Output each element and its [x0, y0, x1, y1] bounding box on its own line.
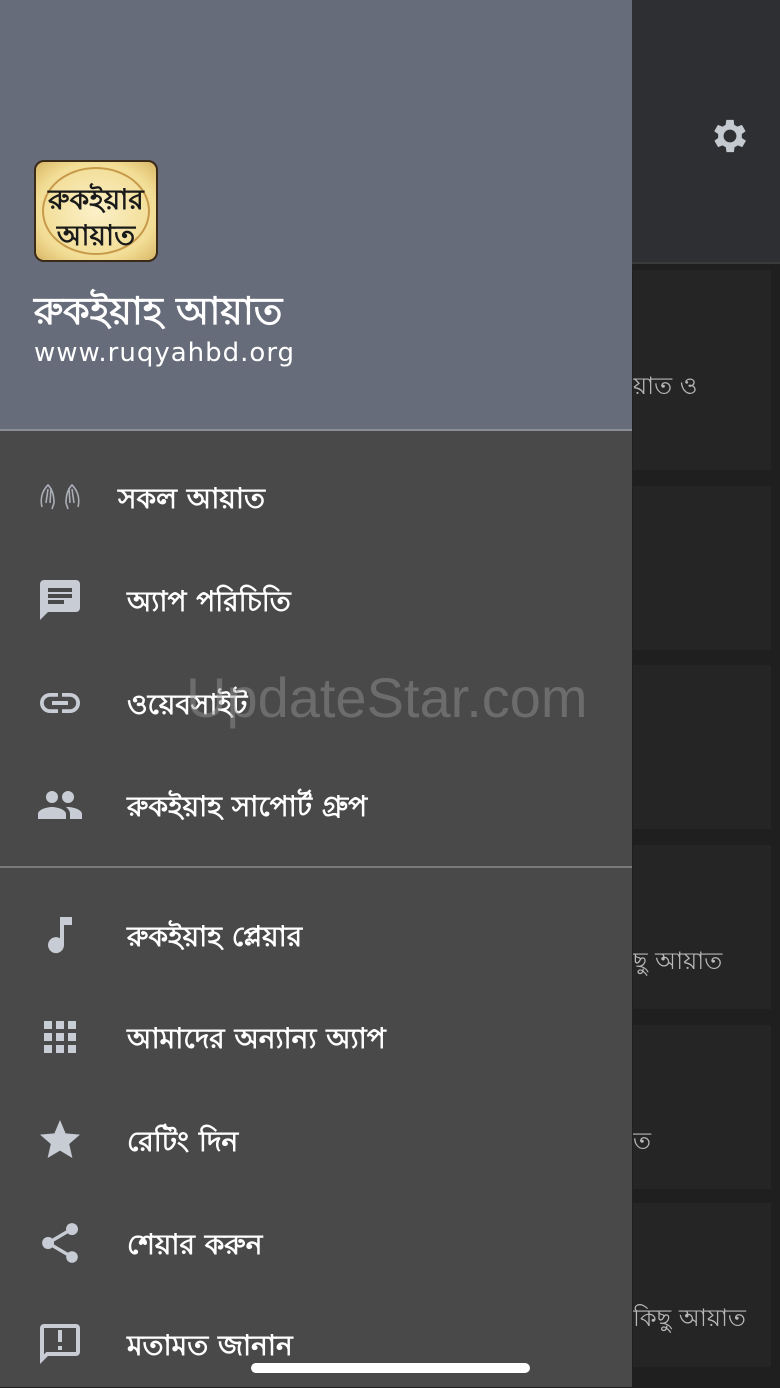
- music-note-icon: [48, 917, 72, 954]
- menu-item-rating[interactable]: রেটিং দিন: [0, 1094, 632, 1184]
- menu-item-label: সকল আয়াত: [118, 482, 265, 515]
- drawer-header: রুকইয়ার আয়াত রুকইয়াহ আয়াত www.ruqyah…: [0, 0, 632, 431]
- link-icon: [40, 693, 80, 713]
- menu-item-label: রেটিং দিন: [127, 1125, 239, 1158]
- menu-item-label: অ্যাপ পরিচিতি: [127, 585, 291, 618]
- navigation-drawer: রুকইয়ার আয়াত রুকইয়াহ আয়াত www.ruqyah…: [0, 0, 632, 1387]
- background-card-text: য়াত ও: [633, 372, 698, 400]
- menu-item-all-ayat[interactable]: সকল আয়াত: [0, 451, 632, 541]
- share-icon: [42, 1223, 78, 1263]
- menu-item-app-intro[interactable]: অ্যাপ পরিচিতি: [0, 554, 632, 644]
- menu-item-share[interactable]: শেয়ার করুন: [0, 1197, 632, 1287]
- group-icon: [38, 791, 82, 819]
- app-logo: রুকইয়ার আয়াত: [34, 160, 158, 262]
- feedback-icon: [40, 1324, 80, 1364]
- menu-item-label: রুকইয়াহ প্লেয়ার: [127, 920, 303, 953]
- praying-hands-icon: [40, 483, 80, 510]
- menu-divider: [0, 866, 632, 868]
- menu-item-feedback[interactable]: মতামত জানান: [0, 1298, 632, 1388]
- app-name: রুকইয়াহ আয়াত: [34, 289, 283, 333]
- background-card[interactable]: কিছু আয়াত: [633, 1203, 771, 1367]
- background-card-text: কিছু আয়াত: [633, 1304, 746, 1332]
- menu-item-ruqyah-player[interactable]: রুকইয়াহ প্লেয়ার: [0, 889, 632, 979]
- menu-item-support-group[interactable]: রুকইয়াহ সাপোর্ট গ্রুপ: [0, 759, 632, 849]
- background-card[interactable]: ত: [633, 1025, 771, 1189]
- home-indicator[interactable]: [251, 1363, 530, 1373]
- menu-item-label: রুকইয়াহ সাপোর্ট গ্রুপ: [127, 790, 368, 823]
- star-icon: [40, 1120, 80, 1158]
- app-url: www.ruqyahbd.org: [34, 338, 296, 368]
- background-card[interactable]: [633, 665, 771, 829]
- menu-item-label: শেয়ার করুন: [127, 1228, 263, 1261]
- message-icon: [40, 580, 80, 620]
- background-card-text: ত: [633, 1127, 652, 1155]
- background-card[interactable]: [633, 486, 771, 650]
- apps-grid-icon: [44, 1021, 76, 1053]
- background-card[interactable]: ছু আয়াত: [633, 845, 771, 1009]
- menu-item-label: ওয়েবসাইট: [127, 688, 248, 721]
- background-card[interactable]: য়াত ও: [633, 270, 771, 470]
- menu-item-other-apps[interactable]: আমাদের অন্যান্য অ্যাপ: [0, 991, 632, 1081]
- settings-gear-icon[interactable]: [708, 114, 752, 158]
- menu-item-label: আমাদের অন্যান্য অ্যাপ: [127, 1022, 386, 1055]
- background-card-text: ছু আয়াত: [633, 947, 723, 975]
- logo-text-line2: আয়াত: [56, 219, 136, 252]
- menu-item-website[interactable]: ওয়েবসাইট: [0, 657, 632, 747]
